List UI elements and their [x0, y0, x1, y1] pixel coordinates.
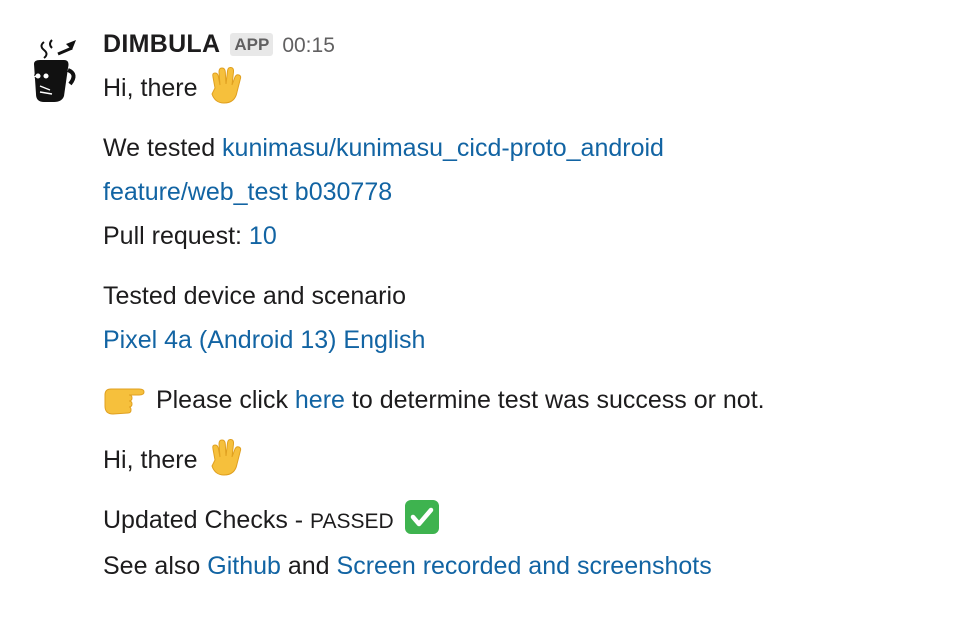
- greeting-line-1: Hi, there: [103, 66, 943, 110]
- see-also-prefix: See also: [103, 552, 208, 580]
- device-line: Pixel 4a (Android 13) English: [103, 318, 943, 362]
- checks-status: PASSED: [310, 510, 394, 533]
- device-heading: Tested device and scenario: [103, 282, 406, 310]
- sender-name[interactable]: DIMBULA: [103, 30, 220, 59]
- greeting-text-2: Hi, there: [103, 446, 198, 474]
- here-link[interactable]: here: [295, 386, 345, 414]
- message: DIMBULA APP 00:15 Hi, there We tested ku…: [103, 30, 943, 588]
- checks-line: Updated Checks - PASSED: [103, 498, 943, 544]
- device-link[interactable]: Pixel 4a (Android 13) English: [103, 326, 425, 354]
- greeting-text: Hi, there: [103, 74, 198, 102]
- timestamp[interactable]: 00:15: [282, 34, 335, 58]
- app-badge: APP: [230, 33, 274, 56]
- message-header: DIMBULA APP 00:15: [103, 30, 943, 66]
- bot-avatar-icon[interactable]: [28, 38, 78, 104]
- branch-line: feature/web_test b030778: [103, 170, 943, 214]
- pull-request-link[interactable]: 10: [249, 222, 277, 250]
- greeting-line-2: Hi, there: [103, 438, 943, 482]
- pointing-right-icon: [104, 388, 145, 415]
- and-text: and: [280, 552, 337, 580]
- screen-recorded-link[interactable]: Screen recorded and screenshots: [337, 552, 712, 580]
- raised-hand-icon: [211, 67, 242, 104]
- pull-request-prefix: Pull request:: [103, 222, 249, 250]
- branch-link[interactable]: feature/web_test: [103, 178, 288, 206]
- please-click-line: Please click here to determine test was …: [103, 378, 943, 422]
- see-also-line: See also Github and Screen recorded and …: [103, 544, 943, 588]
- github-link[interactable]: Github: [207, 552, 281, 580]
- determine-text: to determine test was success or not.: [344, 386, 765, 414]
- check-mark-icon: [404, 500, 439, 535]
- repo-link[interactable]: kunimasu/kunimasu_cicd-proto_android: [222, 134, 664, 162]
- checks-prefix: Updated Checks -: [103, 506, 311, 534]
- raised-hand-icon: [211, 439, 242, 476]
- tested-line: We tested kunimasu/kunimasu_cicd-proto_a…: [103, 126, 943, 170]
- commit-link[interactable]: b030778: [295, 178, 392, 206]
- tested-prefix: We tested: [103, 134, 223, 162]
- pull-request-line: Pull request: 10: [103, 214, 943, 258]
- please-click-text: Please click: [155, 386, 295, 414]
